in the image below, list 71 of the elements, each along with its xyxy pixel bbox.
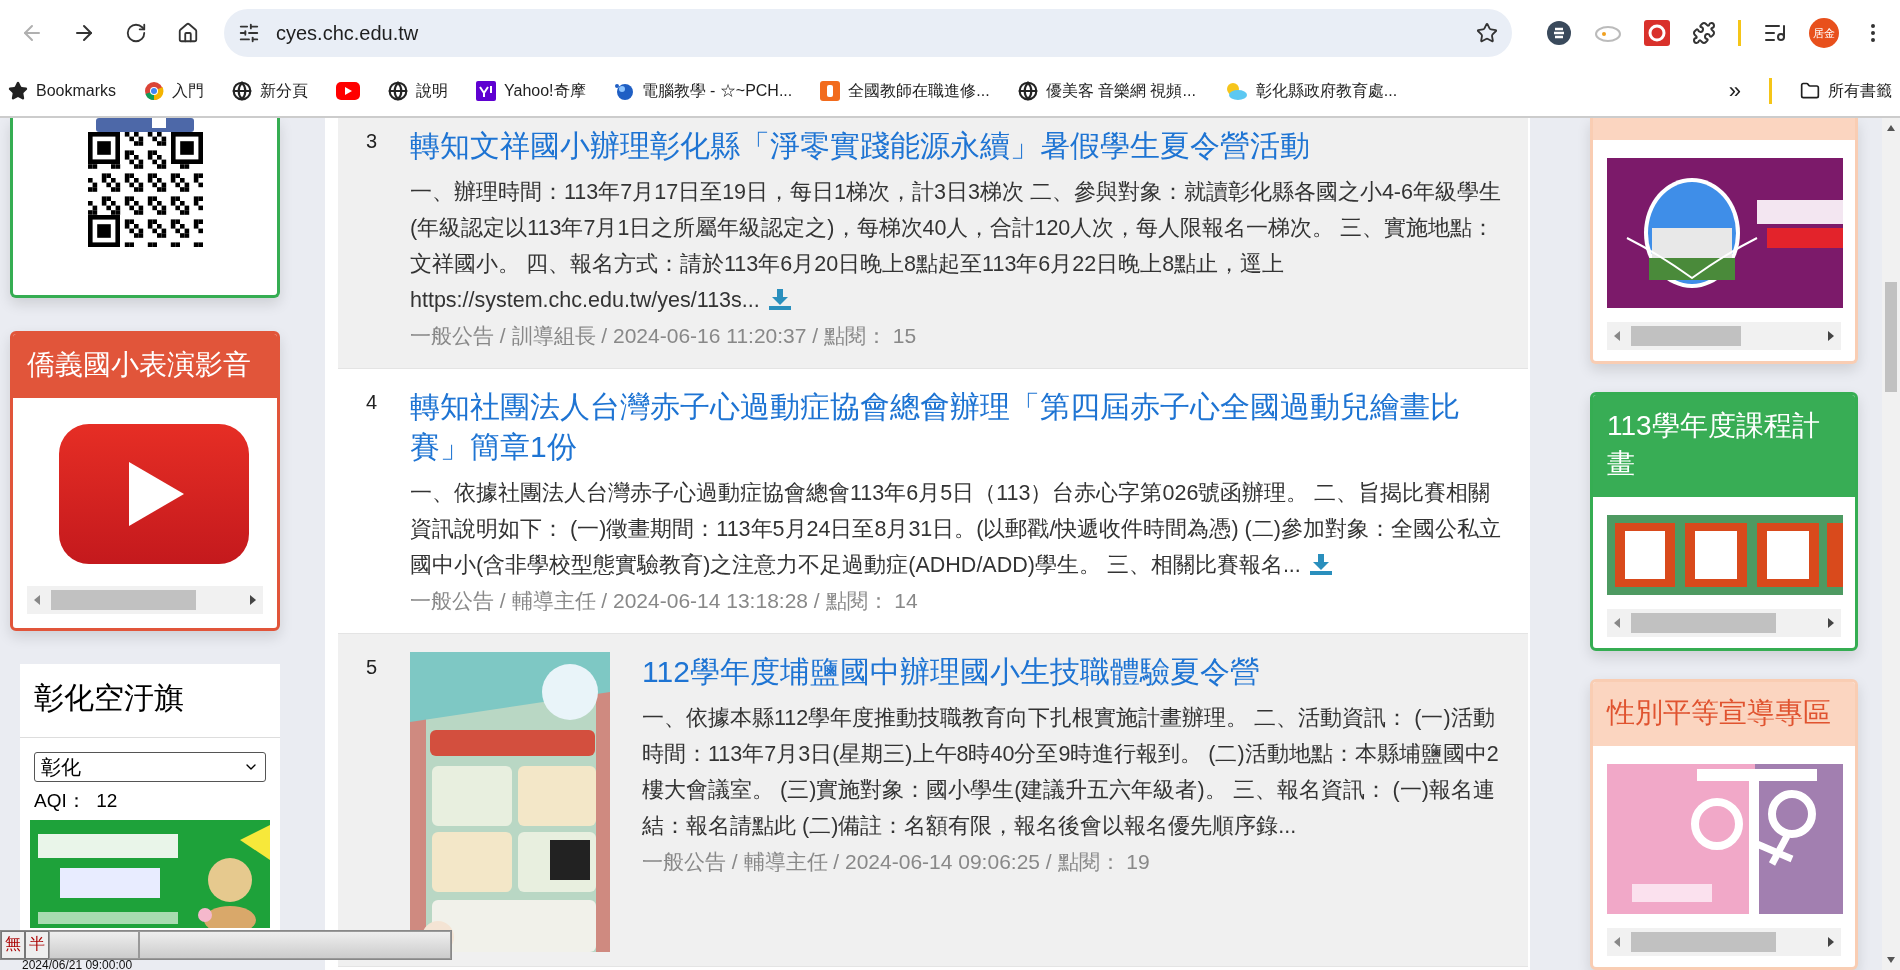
scroll-thumb[interactable] bbox=[1885, 282, 1897, 392]
scroll-right-icon[interactable] bbox=[1827, 330, 1835, 342]
bookmark[interactable]: 電腦教學 - ☆~PCH... bbox=[613, 80, 793, 102]
notice-title[interactable]: 轉知社團法人台灣赤子心過動症協會總會辦理「第四屆赤子心全國過動兒繪畫比賽」簡章1份 bbox=[410, 387, 1510, 467]
bookmark[interactable]: 說明 bbox=[388, 80, 449, 102]
bookmark[interactable]: 全國教師在職進修... bbox=[820, 80, 990, 102]
scroll-down-icon[interactable] bbox=[1886, 956, 1896, 964]
extension-icon[interactable] bbox=[1644, 20, 1670, 46]
bookmark[interactable]: Bookmarks bbox=[8, 81, 117, 101]
bookmark-star-icon[interactable] bbox=[1476, 22, 1498, 44]
bookmark[interactable]: 優美客 音樂網 視頻... bbox=[1017, 80, 1196, 102]
horizontal-scrollbar[interactable] bbox=[1607, 322, 1841, 350]
globe-icon bbox=[388, 81, 409, 101]
notice-number: 4 bbox=[365, 390, 379, 415]
folder-icon bbox=[1800, 81, 1820, 101]
card-title: 性別平等宣導專區 bbox=[1593, 682, 1855, 747]
horizontal-scrollbar[interactable] bbox=[27, 586, 263, 614]
ime-mode-key[interactable]: 無 bbox=[1, 931, 25, 959]
notice-summary: 一、依據社團法人台灣赤子心過動症協會總會113年6月5日（113）台赤心字第026號函辦理。 二、旨揭比賽相關資訊說明如下： (一)徵畫期間：113年5月24日至8月31日。(以郵戳/快遞收件時間為憑) (二)參加對象：全國公私立國中小(含非學校型態實驗教育)之注意力不足過動症(ADHD/ADD)學生。 三、相關比賽報名... bbox=[410, 480, 1502, 579]
horizontal-scrollbar[interactable] bbox=[1607, 609, 1841, 638]
bookmark[interactable]: 入門 bbox=[144, 80, 205, 102]
notice-summary: 一、辦理時間：113年7月17日至19日，每日1梯次，計3日3梯次 二、參與對象：就讀彰化縣各國之小4-6年級學生(年級認定以113年7月1日之所屬年級認定之)，每梯次40人，合計120人次，每人限報名一梯次。 三、實施地點：文祥國小。 四、報名方式：請於113年6月20日晚上8點起至113年6月22日晚上8點止，逕上https://system.chc.edu.tw/yes/113s... bbox=[410, 179, 1502, 314]
star-icon bbox=[8, 81, 28, 101]
horizontal-scrollbar[interactable] bbox=[1607, 928, 1841, 957]
notice-meta: 一般公告 / 輔導主任 / 2024-06-14 13:18:28 / 點閱： 14 bbox=[410, 588, 919, 614]
aqi-reading: AQI： 12 bbox=[34, 789, 119, 813]
download-icon[interactable] bbox=[767, 288, 792, 310]
notice-number: 5 bbox=[365, 655, 379, 680]
scroll-left-icon[interactable] bbox=[1613, 936, 1621, 949]
card-title: 113學年度課程計畫 bbox=[1593, 395, 1855, 498]
chrome-icon bbox=[144, 81, 165, 101]
home-icon bbox=[177, 22, 199, 44]
globe-icon bbox=[232, 81, 253, 101]
reload-icon bbox=[125, 22, 147, 44]
card-title: 彰化空汙旗 bbox=[20, 664, 280, 738]
address-bar[interactable]: cyes.chc.edu.tw bbox=[224, 9, 1512, 57]
bookmark[interactable]: 彰化縣政府教育處... bbox=[1223, 80, 1398, 102]
notice-title[interactable]: 轉知文祥國小辦理彰化縣「淨零實踐能源永續」暑假學生夏令營活動 bbox=[410, 126, 1510, 166]
notice-meta: 一般公告 / 訓導組長 / 2024-06-16 11:20:37 / 點閱： 15 bbox=[410, 323, 918, 349]
scroll-right-icon[interactable] bbox=[1827, 617, 1835, 630]
site-settings-icon[interactable] bbox=[238, 22, 260, 44]
extension-icon[interactable] bbox=[1546, 20, 1572, 46]
bookmark[interactable]: 新分頁 bbox=[232, 80, 309, 102]
youtube-icon bbox=[336, 82, 361, 100]
orb-icon bbox=[613, 81, 634, 101]
app-icon bbox=[820, 81, 841, 101]
all-bookmarks[interactable]: 所有書籤 bbox=[1800, 80, 1892, 102]
scroll-left-icon[interactable] bbox=[1613, 617, 1621, 630]
scroll-right-icon[interactable] bbox=[1827, 936, 1835, 949]
city-select[interactable]: 彰化 bbox=[34, 752, 266, 782]
globe-icon bbox=[1017, 81, 1038, 101]
bookmark[interactable]: Yahoo!奇摩 bbox=[476, 80, 586, 102]
scroll-right-icon[interactable] bbox=[249, 594, 257, 606]
notice-number: 3 bbox=[365, 129, 379, 154]
card-title: 僑義國小表演影音 bbox=[13, 334, 277, 398]
extensions-icon[interactable] bbox=[1692, 21, 1716, 45]
scroll-left-icon[interactable] bbox=[33, 594, 41, 606]
bookmark[interactable] bbox=[336, 82, 361, 100]
yahoo-icon bbox=[476, 81, 497, 101]
notice-summary: 一、依據本縣112學年度推動技職教育向下扎根實施計畫辦理。 二、活動資訊： (一)活動時間：113年7月3日(星期三)上午8時40分至9時進行報到。 (二)活動地點：本縣埔鹽國中2樓大會議室。 (三)實施對象：國小學生(建議升五六年級者)。 三、報名資訊： (一)報名連結：報名請點此 (二)備註：名額有限，報名後會以報名優先順序錄... bbox=[642, 705, 1500, 840]
timestamp: 2024/06/21 09:00:00 bbox=[22, 958, 133, 970]
profile-avatar[interactable]: 居金 bbox=[1809, 18, 1839, 48]
vertical-scrollbar[interactable] bbox=[1882, 118, 1900, 970]
bookmarks-overflow[interactable]: » bbox=[1728, 78, 1741, 104]
input-method-bar[interactable]: 無 半 bbox=[0, 930, 452, 960]
notice-title[interactable]: 112學年度埔鹽國中辦理國小生技職體驗夏令營 bbox=[642, 652, 1510, 692]
download-icon[interactable] bbox=[1308, 553, 1333, 575]
notice-meta: 一般公告 / 輔導主任 / 2024-06-14 09:06:25 / 點閱： 19 bbox=[642, 849, 1151, 875]
scroll-left-icon[interactable] bbox=[1613, 330, 1621, 342]
ime-width-key[interactable]: 半 bbox=[25, 931, 49, 959]
scroll-up-icon[interactable] bbox=[1886, 124, 1896, 132]
